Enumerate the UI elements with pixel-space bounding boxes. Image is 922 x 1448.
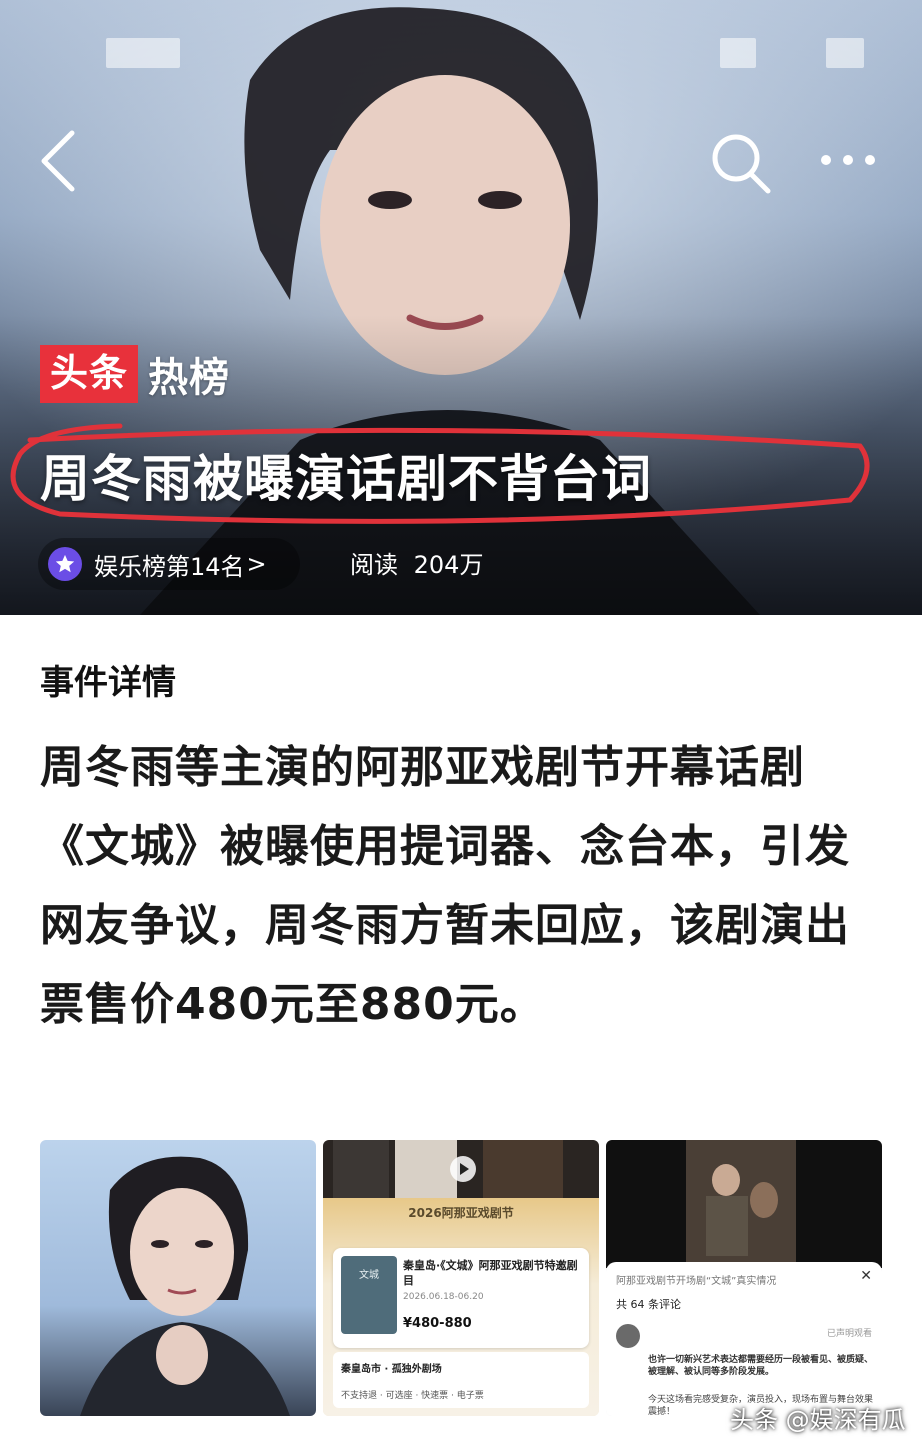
avatar [616,1324,640,1348]
close-icon[interactable]: ✕ [860,1268,872,1284]
search-icon [712,134,771,194]
reply-status: 已声明观看 [826,1329,872,1339]
ticket-price: ¥480-880 [403,1316,472,1331]
section-title: 事件详情 [40,663,176,703]
read-label: 阅读 [350,551,398,579]
person-photo [483,1140,563,1198]
watermark: 头条 @娱深有瓜 [730,1406,906,1434]
portrait-image [80,1156,290,1416]
chevron-left-icon [41,130,75,192]
status-block [826,38,864,68]
video-frame [606,1140,882,1268]
comments-panel: 阿那亚戏剧节开场剧“文城”真实情况 ✕ 共 64 条评论 已声明观看 也许一切新… [606,1262,882,1416]
poster-title: 文城 [359,1270,379,1281]
comment-text: 也许一切新兴艺术表达都需要经历一段被看见、被质疑、被理解、被认同等多阶段发展。 [648,1355,874,1377]
stage-photo [686,1140,796,1268]
status-block [106,38,180,68]
thumbnail-comments[interactable]: 阿那亚戏剧节开场剧“文城”真实情况 ✕ 共 64 条评论 已声明观看 也许一切新… [606,1140,882,1416]
read-value: 204万 [413,551,484,579]
star-icon [48,547,82,581]
ticket-card: 文城 秦皇岛·《文城》阿那亚戏剧节特邀剧目 2026.06.18-06.20 ¥… [333,1248,589,1348]
brand-red-label: 头条 [40,345,139,403]
thumbnail-ticket[interactable]: 2026阿那亚戏剧节 文城 秦皇岛·《文城》阿那亚戏剧节特邀剧目 2026.06… [323,1140,599,1416]
comments-header: 阿那亚戏剧节开场剧“文城”真实情况 [616,1276,777,1287]
chevron-right-icon: > [246,550,267,578]
person-photo [333,1140,389,1198]
brand-white-label: 热榜 [148,355,231,401]
rank-pill[interactable]: 娱乐榜第14名 > [38,538,300,590]
back-button[interactable] [30,125,90,195]
ticket-title: 秦皇岛·《文城》阿那亚戏剧节特邀剧目 [403,1259,578,1287]
person-photo [395,1140,457,1198]
venue-strip: 秦皇岛市 · 孤独外剧场 不支持退 · 可选座 · 快速票 · 电子票 [333,1352,589,1408]
thumbnail-photo[interactable] [40,1140,316,1416]
play-icon [450,1156,476,1182]
status-bar [0,38,922,72]
video-strip [323,1140,599,1198]
ticket-date: 2026.06.18-06.20 [403,1292,484,1302]
read-count: 阅读 204万 [350,545,483,580]
search-button[interactable] [706,128,776,198]
comment-count: 共 64 条评论 [616,1298,681,1311]
venue-name: 秦皇岛市 · 孤独外剧场 [341,1364,442,1375]
headline: 周冬雨被曝演话剧不背台词 [40,450,652,508]
status-block [720,38,756,68]
more-button[interactable] [812,140,884,180]
rank-label: 娱乐榜第14名 [94,552,245,581]
more-dots-icon [821,155,875,165]
festival-title: 2026阿那亚戏剧节 [408,1206,514,1220]
hero-banner: 头条 热榜 周冬雨被曝演话剧不背台词 娱乐榜第14名 > 阅读 204万 [0,0,922,615]
ticket-tags: 不支持退 · 可选座 · 快速票 · 电子票 [341,1391,484,1401]
toutiao-hot-list-logo: 头条 热榜 [40,345,230,403]
poster-image: 文城 [341,1256,397,1334]
event-description: 周冬雨等主演的阿那亚戏剧节开幕话剧《文城》被曝使用提词器、念台本，引发网友争议，… [40,742,850,1030]
